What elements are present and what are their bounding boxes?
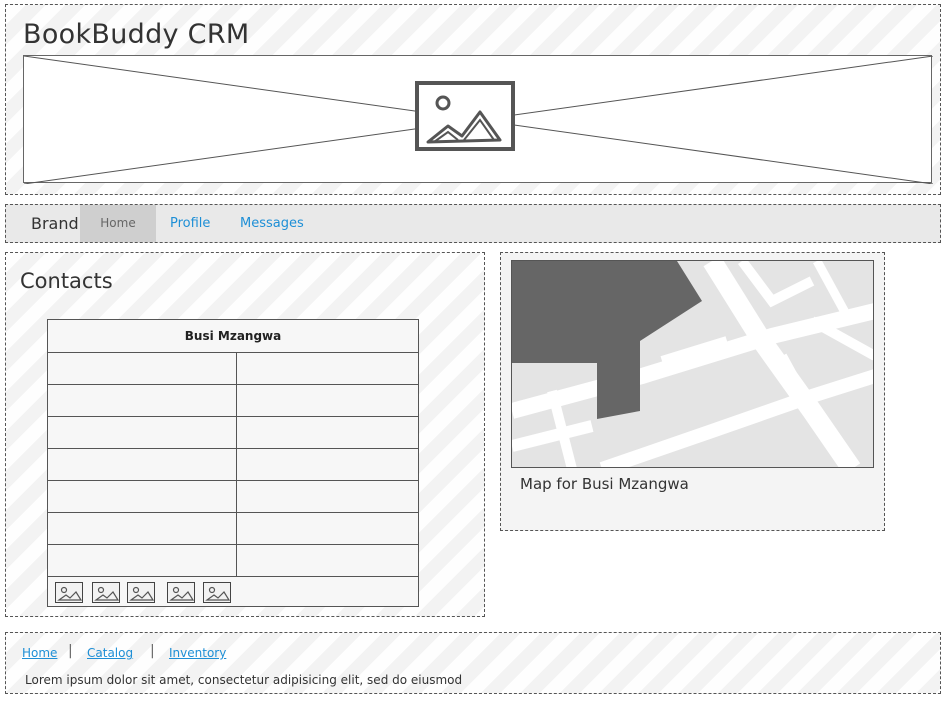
contacts-title: Contacts bbox=[20, 269, 113, 293]
contacts-panel: Contacts Busi Mzangwa bbox=[5, 252, 485, 617]
footer-text: Lorem ipsum dolor sit amet, consectetur … bbox=[25, 673, 463, 687]
table-cell bbox=[237, 513, 418, 544]
table-cell bbox=[48, 417, 237, 448]
table-cell bbox=[48, 449, 237, 480]
nav-item-home[interactable]: Home bbox=[80, 205, 156, 242]
table-cell bbox=[237, 545, 418, 576]
nav-brand[interactable]: Brand bbox=[31, 205, 79, 242]
map-graphic bbox=[512, 261, 873, 467]
table-cell bbox=[48, 385, 237, 416]
nav-item-messages[interactable]: Messages bbox=[240, 205, 304, 242]
table-row[interactable] bbox=[48, 417, 418, 449]
map-caption: Map for Busi Mzangwa bbox=[520, 475, 689, 493]
table-row[interactable] bbox=[48, 449, 418, 481]
image-icon[interactable] bbox=[55, 582, 83, 603]
map-panel: Map for Busi Mzangwa bbox=[500, 252, 885, 531]
image-placeholder-icon bbox=[24, 56, 933, 184]
footer-link-catalog[interactable]: Catalog bbox=[87, 646, 133, 660]
footer-separator: | bbox=[150, 643, 155, 659]
table-cell bbox=[237, 417, 418, 448]
image-icon[interactable] bbox=[127, 582, 155, 603]
table-cell bbox=[237, 385, 418, 416]
table-row[interactable] bbox=[48, 545, 418, 577]
table-cell bbox=[237, 481, 418, 512]
app-title: BookBuddy CRM bbox=[23, 19, 250, 50]
table-cell bbox=[237, 353, 418, 384]
image-icon[interactable] bbox=[203, 582, 231, 603]
contacts-table: Busi Mzangwa bbox=[47, 319, 419, 607]
footer-separator: | bbox=[68, 643, 73, 659]
table-footer-thumbnails bbox=[48, 577, 418, 607]
table-row[interactable] bbox=[48, 513, 418, 545]
table-row[interactable] bbox=[48, 481, 418, 513]
footer-link-home[interactable]: Home bbox=[22, 646, 57, 660]
table-cell bbox=[48, 513, 237, 544]
table-cell bbox=[237, 449, 418, 480]
map-view[interactable] bbox=[511, 260, 874, 468]
footer-link-inventory[interactable]: Inventory bbox=[169, 646, 226, 660]
table-header: Busi Mzangwa bbox=[48, 320, 418, 353]
table-row[interactable] bbox=[48, 385, 418, 417]
table-cell bbox=[48, 353, 237, 384]
main-navbar: Brand Home Profile Messages bbox=[5, 204, 941, 243]
nav-item-profile[interactable]: Profile bbox=[170, 205, 210, 242]
image-icon[interactable] bbox=[92, 582, 120, 603]
table-cell bbox=[48, 545, 237, 576]
banner-image-placeholder bbox=[23, 55, 933, 184]
table-cell bbox=[48, 481, 237, 512]
table-row[interactable] bbox=[48, 353, 418, 385]
page-footer: Home | Catalog | Inventory Lorem ipsum d… bbox=[5, 632, 941, 694]
page-header: BookBuddy CRM bbox=[5, 4, 941, 195]
image-icon[interactable] bbox=[167, 582, 195, 603]
